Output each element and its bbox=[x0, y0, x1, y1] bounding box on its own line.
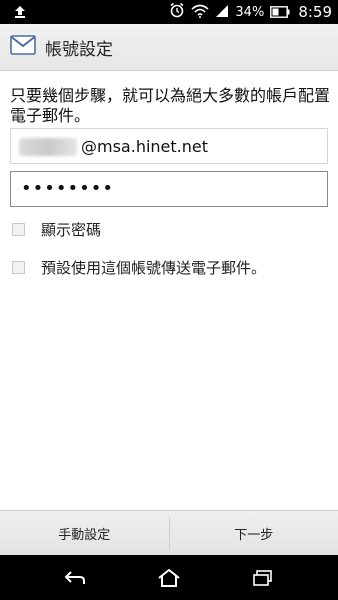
wifi-icon bbox=[191, 3, 209, 22]
navigation-bar bbox=[0, 555, 338, 600]
home-icon[interactable] bbox=[157, 567, 181, 589]
signal-icon bbox=[215, 3, 229, 22]
manual-setup-button[interactable]: 手動設定 bbox=[0, 511, 169, 556]
next-button[interactable]: 下一步 bbox=[170, 511, 338, 556]
action-bar: 帳號設定 bbox=[0, 24, 338, 71]
mail-icon bbox=[10, 35, 36, 59]
battery-icon bbox=[270, 3, 290, 22]
show-password-label: 顯示密碼 bbox=[41, 220, 102, 239]
back-icon[interactable] bbox=[63, 567, 87, 589]
default-account-row[interactable]: 預設使用這個帳號傳送電子郵件。 bbox=[12, 256, 266, 278]
default-account-checkbox[interactable] bbox=[12, 260, 25, 274]
bottom-button-bar: 手動設定 下一步 bbox=[0, 510, 338, 556]
page-title: 帳號設定 bbox=[45, 39, 113, 60]
instructions-text: 只要幾個步驟，就可以為絕大多數的帳戶配置電子郵件。 bbox=[10, 86, 331, 125]
show-password-checkbox[interactable] bbox=[12, 222, 25, 236]
status-bar: 34% 8:59 bbox=[0, 0, 338, 24]
alarm-icon bbox=[169, 2, 185, 22]
redacted-username bbox=[19, 138, 77, 156]
recent-apps-icon[interactable] bbox=[251, 567, 275, 589]
password-value: •••••••• bbox=[21, 178, 114, 199]
email-value: @msa.hinet.net bbox=[81, 137, 208, 156]
email-field[interactable]: @msa.hinet.net bbox=[10, 128, 328, 164]
show-password-row[interactable]: 顯示密碼 bbox=[12, 218, 101, 240]
battery-percent: 34% bbox=[235, 4, 265, 20]
upload-icon bbox=[14, 4, 26, 23]
default-account-label: 預設使用這個帳號傳送電子郵件。 bbox=[41, 258, 267, 277]
password-field[interactable]: •••••••• bbox=[10, 171, 328, 207]
clock: 8:59 bbox=[298, 3, 332, 21]
